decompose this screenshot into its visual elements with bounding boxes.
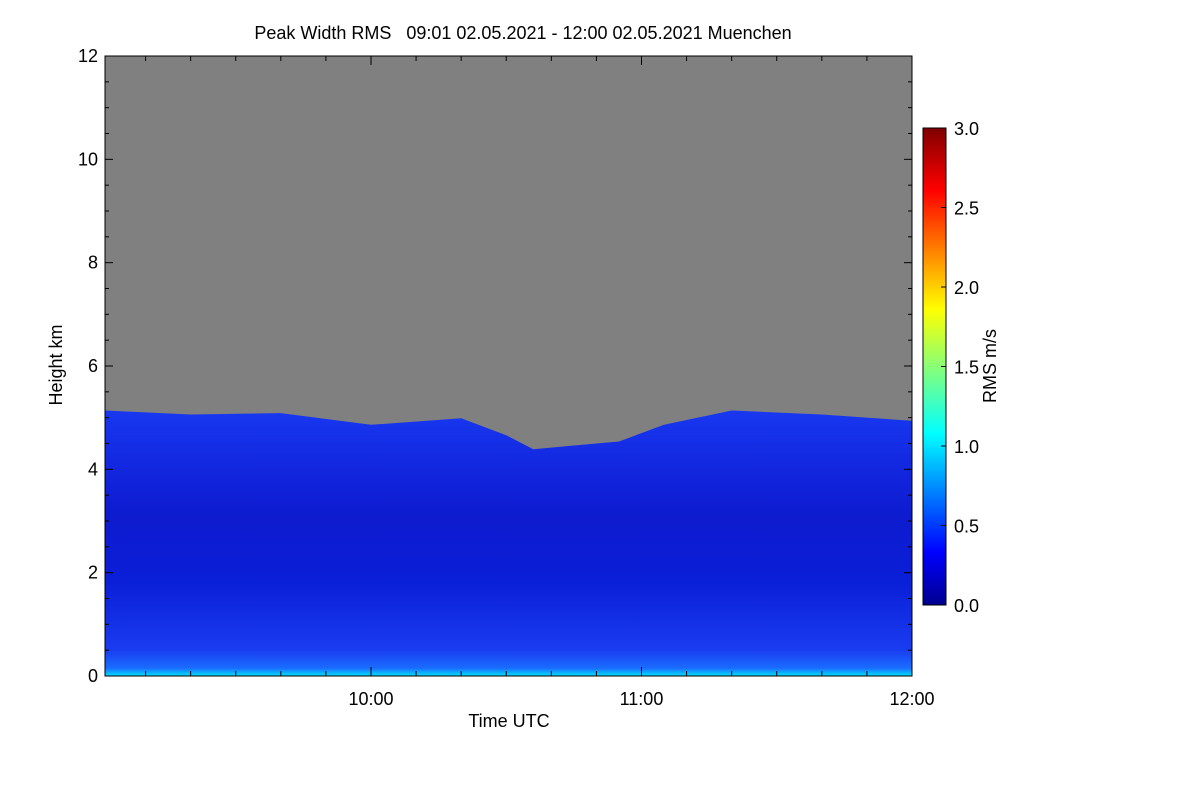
colorbar-tick-label: 1.5 bbox=[954, 358, 979, 378]
chart-canvas: Peak Width RMS 09:01 02.05.2021 - 12:00 … bbox=[46, 23, 1000, 731]
y-tick-label: 6 bbox=[88, 356, 98, 376]
x-axis-label: Time UTC bbox=[468, 711, 549, 731]
colorbar-tick-label: 2.5 bbox=[954, 199, 979, 219]
colorbar-tick-label: 1.0 bbox=[954, 437, 979, 457]
y-tick-label: 0 bbox=[88, 666, 98, 686]
x-tick-label: 10:00 bbox=[348, 689, 393, 709]
chart-title: Peak Width RMS 09:01 02.05.2021 - 12:00 … bbox=[254, 23, 791, 43]
y-tick-label: 10 bbox=[78, 149, 98, 169]
plot-area bbox=[104, 55, 913, 677]
y-tick-label: 12 bbox=[78, 46, 98, 66]
y-tick-label: 8 bbox=[88, 253, 98, 273]
colorbar: 0.0 0.5 1.0 1.5 2.0 2.5 3.0 RMS m/s bbox=[922, 119, 1000, 616]
x-tick-label: 11:00 bbox=[620, 689, 664, 709]
colorbar-ticks: 0.0 0.5 1.0 1.5 2.0 2.5 3.0 bbox=[941, 119, 979, 616]
signal-region bbox=[105, 410, 912, 676]
colorbar-tick-label: 3.0 bbox=[954, 119, 979, 139]
colorbar-tick-label: 0.5 bbox=[954, 517, 979, 537]
y-tick-label: 2 bbox=[88, 563, 98, 583]
colorbar-label: RMS m/s bbox=[980, 329, 1000, 403]
colorbar-tick-label: 0.0 bbox=[954, 596, 979, 616]
colorbar-tick-label: 2.0 bbox=[954, 278, 979, 298]
y-tick-label: 4 bbox=[88, 459, 98, 479]
x-tick-label: 12:00 bbox=[889, 689, 934, 709]
y-axis-label: Height km bbox=[46, 324, 66, 405]
